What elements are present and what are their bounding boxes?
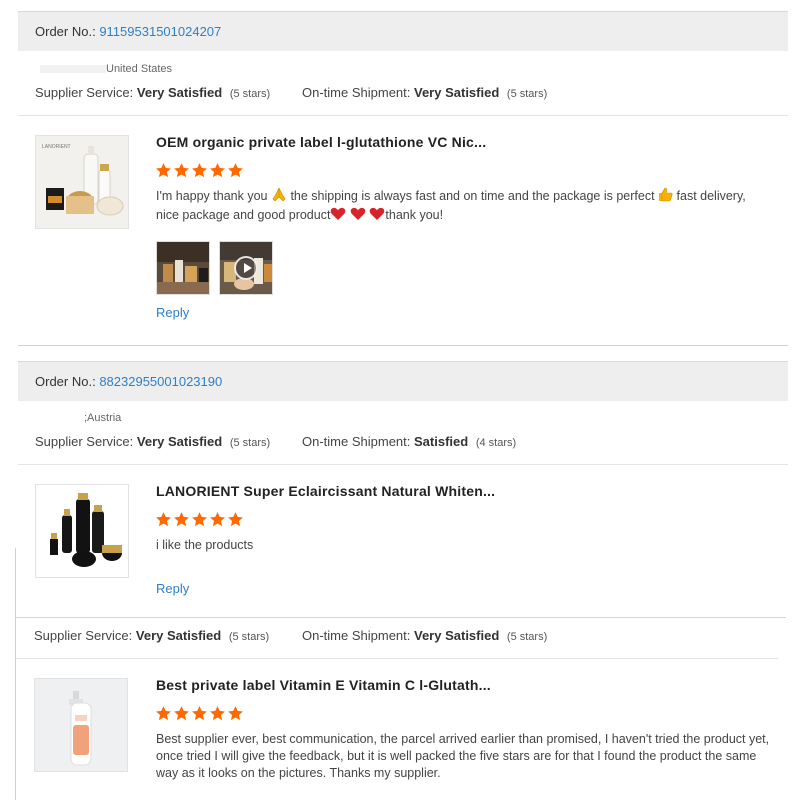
heart-icon <box>330 207 346 226</box>
order-header: Order No.: 91159531501024207 <box>18 11 788 51</box>
product-image: LANORIENT <box>36 136 128 228</box>
star-icon <box>174 512 189 527</box>
divider <box>18 115 788 116</box>
review-photo-image <box>157 242 209 294</box>
star-icon <box>210 706 225 721</box>
product-title-link[interactable]: OEM organic private label l-glutathione … <box>156 134 486 150</box>
divider <box>18 345 788 346</box>
star-icon <box>210 512 225 527</box>
reply-link[interactable]: Reply <box>156 305 189 320</box>
star-icon <box>174 706 189 721</box>
supplier-service-rating: Supplier Service: Very Satisfied (5 star… <box>35 434 271 449</box>
star-icon <box>228 163 243 178</box>
order-header: Order No.: 88232955001023190 <box>18 361 788 401</box>
review-card-2: Order No.: 88232955001023190 ;Austria Su… <box>0 345 800 615</box>
star-icon <box>210 163 225 178</box>
order-number-label: Order No.: 88232955001023190 <box>35 374 223 389</box>
shipment-rating: On-time Shipment: Very Satisfied (5 star… <box>302 85 548 100</box>
praying-hands-icon <box>271 187 287 207</box>
product-image <box>36 485 128 577</box>
reply-link[interactable]: Reply <box>156 581 189 596</box>
star-icon <box>192 512 207 527</box>
divider <box>16 617 786 618</box>
supplier-service-rating: Supplier Service: Very Satisfied (5 star… <box>35 85 271 100</box>
review-comment: i like the products <box>156 538 254 552</box>
product-thumbnail[interactable] <box>35 484 129 578</box>
order-number-link[interactable]: 88232955001023190 <box>99 374 222 389</box>
product-image <box>35 679 127 771</box>
review-video[interactable] <box>219 241 273 295</box>
thumbs-up-icon <box>658 187 673 207</box>
product-thumbnail[interactable] <box>34 678 128 772</box>
review-photo[interactable] <box>156 241 210 295</box>
heart-icon <box>350 207 366 226</box>
shipment-rating: On-time Shipment: Satisfied (4 stars) <box>302 434 517 449</box>
divider <box>16 658 778 659</box>
order-number-label: Order No.: 91159531501024207 <box>35 24 222 39</box>
order-number-link[interactable]: 91159531501024207 <box>99 24 221 39</box>
star-icon <box>192 163 207 178</box>
buyer-country: ;Austria <box>84 412 122 424</box>
product-title-link[interactable]: Best private label Vitamin E Vitamin C l… <box>156 677 491 693</box>
buyer-country: United States <box>40 63 172 75</box>
shipment-rating: On-time Shipment: Very Satisfied (5 star… <box>302 628 548 643</box>
product-rating-stars <box>155 705 245 723</box>
star-icon <box>228 512 243 527</box>
product-thumbnail[interactable]: LANORIENT <box>35 135 129 229</box>
supplier-service-rating: Supplier Service: Very Satisfied (5 star… <box>34 628 270 643</box>
svg-text:LANORIENT: LANORIENT <box>42 144 71 150</box>
review-comment: Best supplier ever, best communication, … <box>156 732 770 780</box>
divider <box>18 464 788 465</box>
play-icon[interactable] <box>234 256 258 280</box>
product-title-link[interactable]: LANORIENT Super Eclaircissant Natural Wh… <box>156 483 495 499</box>
star-icon <box>174 163 189 178</box>
review-card-1: Order No.: 91159531501024207 United Stat… <box>0 0 800 345</box>
star-icon <box>156 706 171 721</box>
review-comment: I'm happy thank you the shipping is alwa… <box>156 187 776 226</box>
heart-icon <box>369 207 385 226</box>
product-rating-stars <box>155 162 245 180</box>
star-icon <box>228 706 243 721</box>
star-icon <box>156 163 171 178</box>
star-icon <box>156 512 171 527</box>
review-card-3: Supplier Service: Very Satisfied (5 star… <box>0 617 800 800</box>
star-icon <box>192 706 207 721</box>
product-rating-stars <box>155 511 245 529</box>
